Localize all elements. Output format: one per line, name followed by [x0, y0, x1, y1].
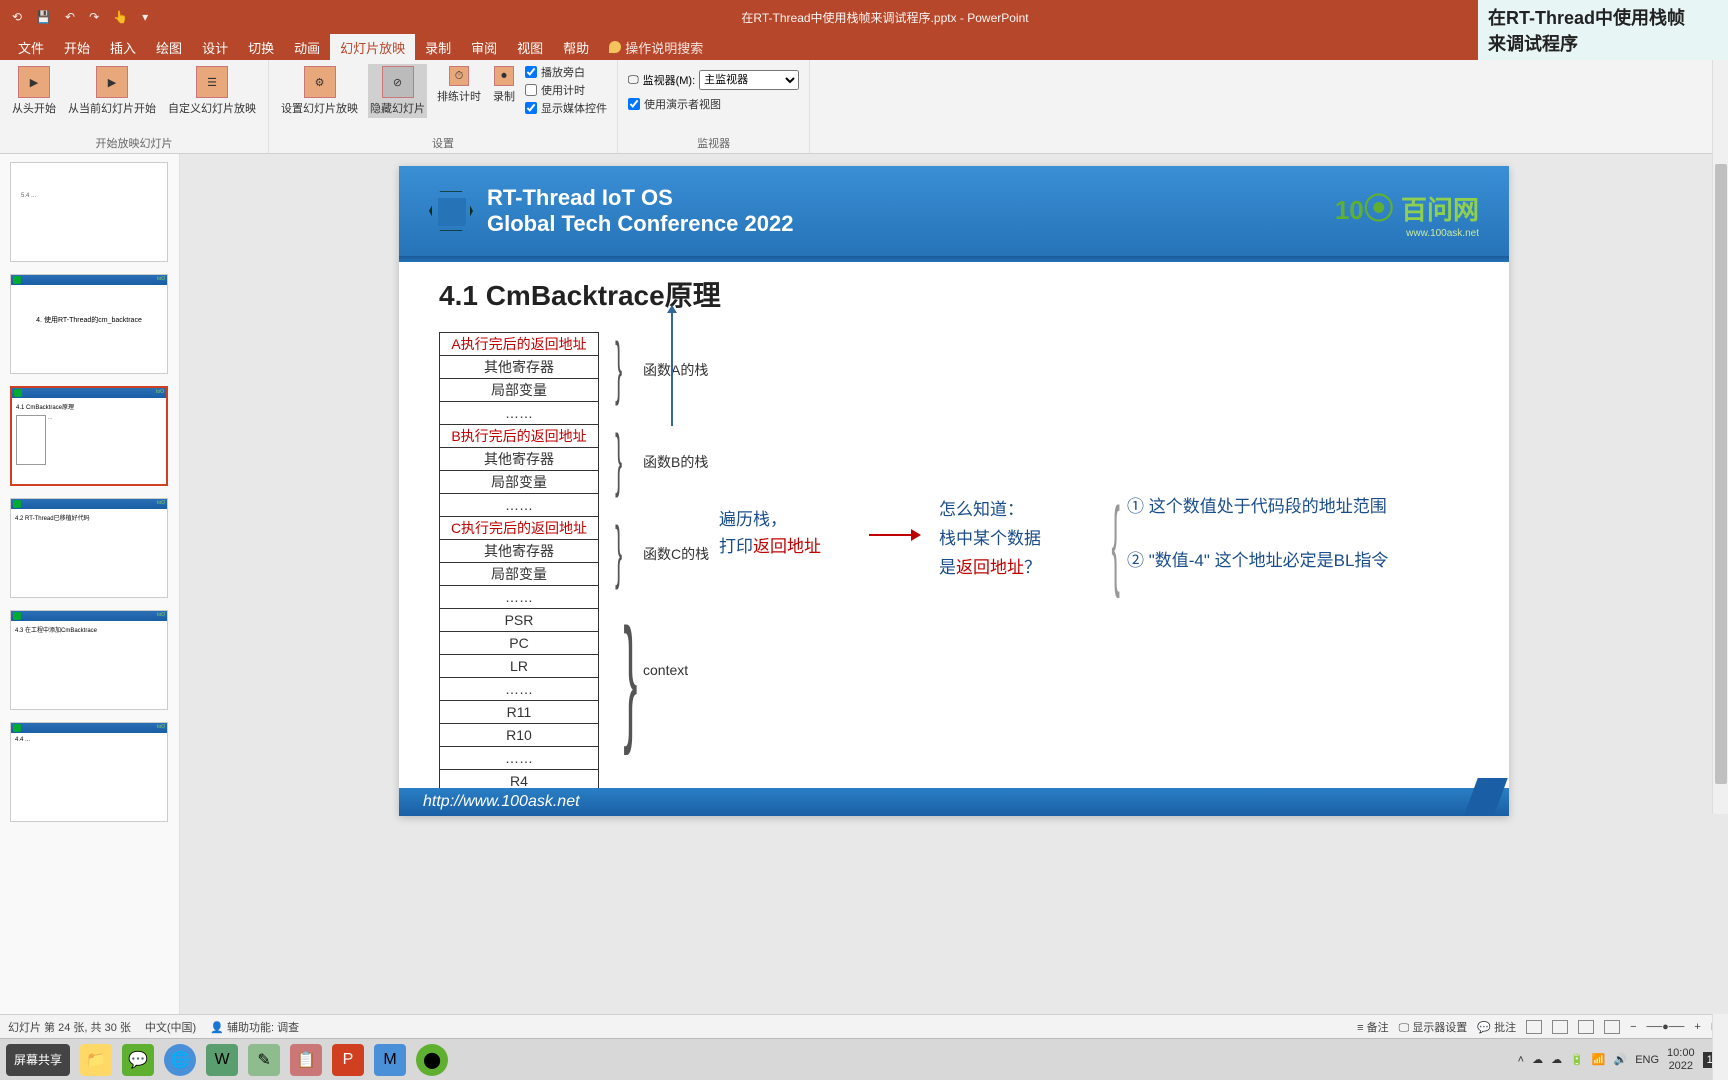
tray-onedrive-icon[interactable]: ☁ [1551, 1053, 1562, 1066]
app-icon-2[interactable]: ✎ [248, 1044, 280, 1076]
save-icon[interactable]: 💾 [36, 10, 51, 24]
tab-animations[interactable]: 动画 [284, 34, 330, 61]
slideshow-view-icon[interactable] [1604, 1020, 1620, 1034]
screen-share-button[interactable]: 屏幕共享 [6, 1044, 70, 1076]
from-beginning-button[interactable]: ▶从头开始 [10, 64, 58, 118]
setup-button[interactable]: ⚙设置幻灯片放映 [279, 64, 360, 118]
explorer-icon[interactable]: 📁 [80, 1044, 112, 1076]
video-title-overlay: 在RT-Thread中使用栈帧 来调试程序 [1478, 0, 1728, 60]
powerpoint-icon[interactable]: P [332, 1044, 364, 1076]
bulb-icon [609, 41, 621, 53]
window-title: 在RT-Thread中使用栈帧来调试程序.pptx - PowerPoint [148, 9, 1622, 26]
thumb-4[interactable]: IoO4.2 RT-Thread已移植好代码 [10, 498, 168, 598]
record-button[interactable]: ⏺录制 [491, 64, 517, 106]
browser-icon[interactable]: 🌐 [164, 1044, 196, 1076]
tray-cloud-icon[interactable]: ☁ [1532, 1053, 1543, 1066]
group-setup: 设置 [279, 133, 607, 151]
slide-counter: 幻灯片 第 24 张, 共 30 张 [8, 1019, 131, 1035]
tray-volume-icon[interactable]: 🔊 [1614, 1053, 1628, 1066]
answer-text: ① 这个数值处于代码段的地址范围 ② "数值-4" 这个地址必定是BL指令 [1127, 494, 1388, 601]
sponsor-logo: 10⦿ 百问网 www.100ask.net [1335, 184, 1479, 239]
from-current-button[interactable]: ▶从当前幻灯片开始 [66, 64, 158, 118]
tab-start[interactable]: 开始 [54, 34, 100, 61]
tray-chevron-icon[interactable]: ˄ [1518, 1054, 1524, 1066]
reading-view-icon[interactable] [1578, 1020, 1594, 1034]
arrow-up-icon [671, 306, 673, 426]
media-check[interactable]: 显示媒体控件 [525, 100, 607, 116]
zoom-in-icon[interactable]: + [1694, 1021, 1700, 1033]
touch-icon[interactable]: 👆 [113, 10, 128, 24]
rehearse-button[interactable]: ⏱排练计时 [435, 64, 483, 106]
tab-draw[interactable]: 绘图 [146, 34, 192, 61]
red-arrow-icon [869, 534, 919, 536]
thumb-3-selected[interactable]: IoO4.1 CmBacktrace原理... [10, 386, 168, 486]
group-start: 开始放映幻灯片 [10, 133, 258, 151]
app-icon-5[interactable]: ⬤ [416, 1044, 448, 1076]
tell-me[interactable]: 操作说明搜索 [599, 34, 713, 61]
tab-insert[interactable]: 插入 [100, 34, 146, 61]
slide-title: 4.1 CmBacktrace原理 [439, 274, 1469, 314]
monitor-label: 监视器(M): [643, 72, 696, 88]
monitor-icon: 🖵 [628, 74, 639, 87]
tray-wifi-icon[interactable]: 📶 [1592, 1053, 1606, 1066]
tab-review[interactable]: 审阅 [461, 34, 507, 61]
tab-file[interactable]: 文件 [8, 34, 54, 61]
question-text: 怎么知道： 栈中某个数据 是返回地址？ [939, 496, 1041, 583]
thumb-5[interactable]: IoO4.3 在工程中添加CmBacktrace [10, 610, 168, 710]
traverse-text: 遍历栈， 打印返回地址 [719, 506, 821, 560]
language-indicator[interactable]: 中文(中国) [145, 1019, 196, 1035]
monitor-select[interactable]: 主监视器 [699, 70, 799, 90]
tab-transitions[interactable]: 切换 [238, 34, 284, 61]
tray-battery-icon[interactable]: 🔋 [1570, 1053, 1584, 1066]
thumb-6[interactable]: IoO4.4 ... [10, 722, 168, 822]
hide-slide-button[interactable]: ⊘隐藏幻灯片 [368, 64, 427, 118]
tab-slideshow[interactable]: 幻灯片放映 [330, 34, 415, 61]
hex-logo-icon [429, 189, 473, 233]
conference-title: RT-Thread IoT OS Global Tech Conference … [487, 185, 793, 238]
autosave-icon[interactable]: ⟲ [12, 10, 22, 24]
brace-icon: { [1112, 486, 1120, 601]
timings-check[interactable]: 使用计时 [525, 82, 607, 98]
app-icon-3[interactable]: 📋 [290, 1044, 322, 1076]
slide-header: RT-Thread IoT OS Global Tech Conference … [399, 166, 1509, 256]
presenter-view-check[interactable]: 使用演示者视图 [628, 96, 799, 112]
slide-canvas[interactable]: RT-Thread IoT OS Global Tech Conference … [399, 166, 1509, 816]
group-monitors: 监视器 [628, 133, 799, 151]
app-icon-1[interactable]: W [206, 1044, 238, 1076]
undo-icon[interactable]: ↶ [65, 10, 75, 24]
display-settings-button[interactable]: 🖵 显示器设置 [1399, 1019, 1468, 1035]
zoom-out-icon[interactable]: − [1630, 1021, 1636, 1033]
normal-view-icon[interactable] [1526, 1020, 1542, 1034]
zoom-slider[interactable]: ──●── [1647, 1021, 1685, 1033]
notes-button[interactable]: ≡ 备注 [1357, 1019, 1388, 1035]
tab-design[interactable]: 设计 [192, 34, 238, 61]
narration-check[interactable]: 播放旁白 [525, 64, 607, 80]
sorter-view-icon[interactable] [1552, 1020, 1568, 1034]
redo-icon[interactable]: ↷ [89, 10, 99, 24]
accessibility-indicator[interactable]: 👤 辅助功能: 调查 [210, 1019, 299, 1035]
tray-clock[interactable]: 10:00 2022 [1667, 1047, 1695, 1071]
tab-help[interactable]: 帮助 [553, 34, 599, 61]
wechat-icon[interactable]: 💬 [122, 1044, 154, 1076]
tab-view[interactable]: 视图 [507, 34, 553, 61]
comments-button[interactable]: 💬 批注 [1477, 1019, 1516, 1035]
tray-lang[interactable]: ENG [1635, 1054, 1659, 1066]
slide-thumbnails[interactable]: 5.4 ... IoO4. 使用RT-Thread的cm_backtrace I… [0, 154, 180, 1014]
slide-footer: http://www.100ask.net [399, 788, 1509, 816]
tab-record[interactable]: 录制 [415, 34, 461, 61]
thumb-1[interactable]: 5.4 ... [10, 162, 168, 262]
thumb-2[interactable]: IoO4. 使用RT-Thread的cm_backtrace [10, 274, 168, 374]
slide-scrollbar[interactable] [1712, 154, 1728, 814]
app-icon-4[interactable]: M [374, 1044, 406, 1076]
custom-slideshow-button[interactable]: ☰自定义幻灯片放映 [166, 64, 258, 118]
